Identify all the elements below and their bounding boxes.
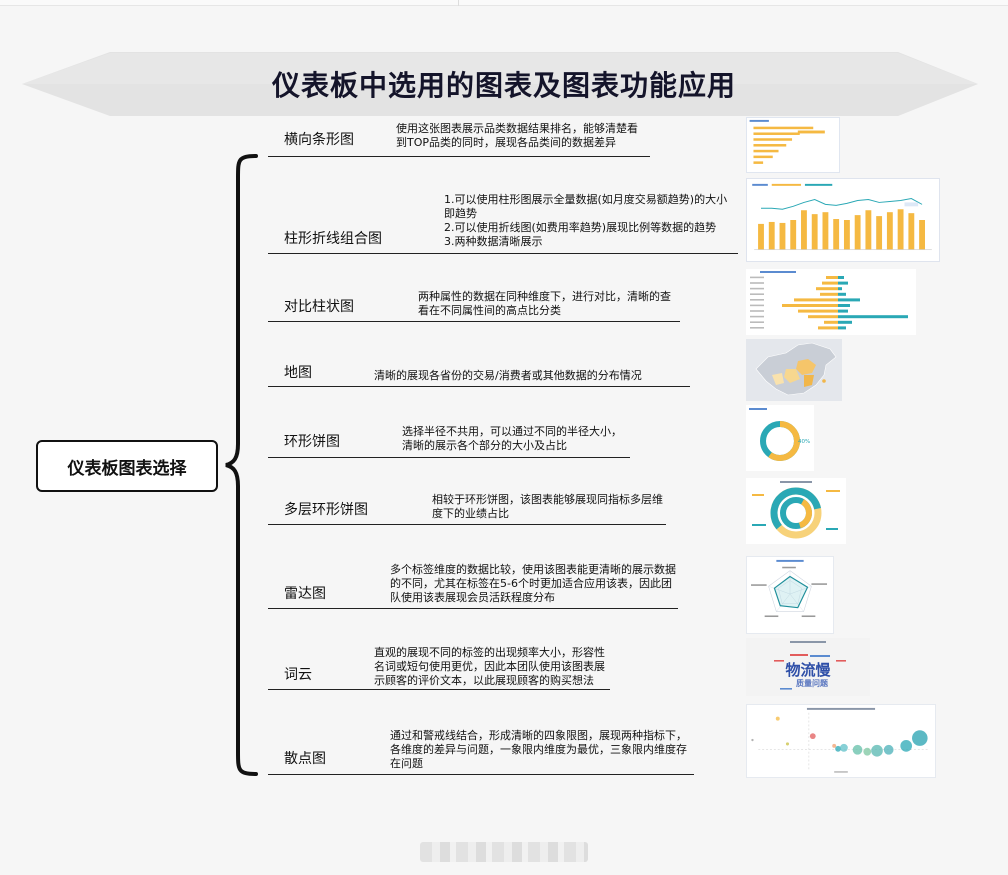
ring-percent-label: 40%: [798, 439, 810, 445]
description-line: 2.可以使用折线图(如费用率趋势)展现比例等数据的趋势: [444, 221, 717, 234]
chart-type-label: 词云: [284, 667, 312, 683]
description-line: 清晰的展现各省份的交易/消费者或其他数据的分布情况: [374, 369, 642, 382]
chart-type-description: 直观的展现不同的标签的出现频率大小，形容性 名词或短句使用更优，因此本团队使用该图…: [374, 646, 605, 688]
top-strip: [0, 0, 1008, 6]
multi-ring-thumbnail: [746, 478, 846, 544]
row-underline: [268, 386, 690, 387]
bar-line-combo-thumbnail: [746, 178, 940, 262]
row-underline: [268, 608, 678, 609]
description-line: 在问题: [390, 757, 423, 770]
description-line: 相较于环形饼图，该图表能够展现同指标多层维: [432, 493, 663, 506]
chart-type-description: 相较于环形饼图，该图表能够展现同指标多层维 度下的业绩占比: [432, 493, 663, 521]
description-line: 看在不同属性间的高点比分类: [418, 304, 561, 317]
chart-type-description: 多个标签维度的数据比较，使用该图表能更清晰的展示数据 的不同，尤其在标签在5-6个…: [390, 563, 676, 605]
description-line: 清晰的展示各个部分的大小及占比: [402, 439, 567, 452]
description-line: 队使用该表展现会员活跃程度分布: [390, 591, 555, 604]
chart-type-label: 横向条形图: [284, 132, 354, 148]
chart-type-description: 通过和警戒线结合，形成清晰的四象限图，展现两种指标下， 各维度的差异与问题，一象限…: [390, 729, 687, 771]
word-cloud-thumbnail: 物流慢 质量问题: [746, 638, 870, 696]
map-thumbnail: [746, 339, 842, 401]
watermark: [420, 842, 588, 862]
radar-thumbnail: [746, 556, 834, 634]
description-line: 示顾客的评价文本，以此展现顾客的购买想法: [374, 674, 594, 687]
description-line: 1.可以使用柱形图展示全量数据(如月度交易额趋势)的大小: [444, 193, 728, 206]
chart-type-label: 柱形折线组合图: [284, 231, 382, 247]
chart-type-description: 两种属性的数据在同种维度下，进行对比，清晰的查 看在不同属性间的高点比分类: [418, 290, 671, 318]
chart-type-label: 对比柱状图: [284, 299, 354, 315]
description-line: 到TOP品类的同时，展现各品类间的数据差异: [396, 136, 617, 149]
word-cloud-main: 物流慢: [785, 661, 831, 679]
description-line: 各维度的差异与问题，一象限内维度为最优，三象限内维度存: [390, 743, 687, 756]
ring-pie-thumbnail: 40%: [746, 405, 814, 471]
row-underline: [268, 774, 694, 775]
chart-type-description: 使用这张图表展示品类数据结果排名，能够清楚看 到TOP品类的同时，展现各品类间的数…: [396, 122, 638, 150]
chart-type-label: 环形饼图: [284, 434, 340, 450]
chart-type-label: 地图: [284, 365, 312, 381]
row-underline: [268, 156, 650, 157]
description-line: 直观的展现不同的标签的出现频率大小，形容性: [374, 646, 605, 659]
scatter-thumbnail: [746, 704, 936, 778]
row-underline: [268, 253, 738, 254]
curly-brace: [225, 154, 258, 776]
row-underline: [268, 689, 610, 690]
row-underline: [268, 524, 666, 525]
description-line: 度下的业绩占比: [432, 507, 509, 520]
description-line: 选择半径不共用，可以通过不同的半径大小，: [402, 425, 622, 438]
comparison-bar-thumbnail: [746, 269, 916, 335]
description-line: 名词或短句使用更优，因此本团队使用该图表展: [374, 660, 605, 673]
chart-type-description: 选择半径不共用，可以通过不同的半径大小， 清晰的展示各个部分的大小及占比: [402, 425, 622, 453]
description-line: 即趋势: [444, 207, 477, 220]
chart-type-label: 雷达图: [284, 586, 326, 602]
description-line: 3.两种数据清晰展示: [444, 235, 543, 248]
row-underline: [268, 457, 630, 458]
description-line: 多个标签维度的数据比较，使用该图表能更清晰的展示数据: [390, 563, 676, 576]
description-line: 的不同，尤其在标签在5-6个时更加适合应用该表，因此团: [390, 577, 672, 590]
chart-type-description: 清晰的展现各省份的交易/消费者或其他数据的分布情况: [374, 369, 642, 383]
root-node: 仪表板图表选择: [36, 440, 218, 492]
page-title: 仪表板中选用的图表及图表功能应用: [271, 69, 736, 102]
description-line: 使用这张图表展示品类数据结果排名，能够清楚看: [396, 122, 638, 135]
chart-type-label: 散点图: [284, 751, 326, 767]
row-underline: [268, 321, 680, 322]
description-line: 通过和警戒线结合，形成清晰的四象限图，展现两种指标下，: [390, 729, 687, 742]
hbar-thumbnail: [746, 117, 840, 173]
description-line: 两种属性的数据在同种维度下，进行对比，清晰的查: [418, 290, 671, 303]
word-cloud-sub: 质量问题: [796, 678, 829, 688]
chart-type-description: 1.可以使用柱形图展示全量数据(如月度交易额趋势)的大小 即趋势 2.可以使用折线图…: [444, 193, 727, 249]
chart-type-label: 多层环形饼图: [284, 502, 368, 518]
